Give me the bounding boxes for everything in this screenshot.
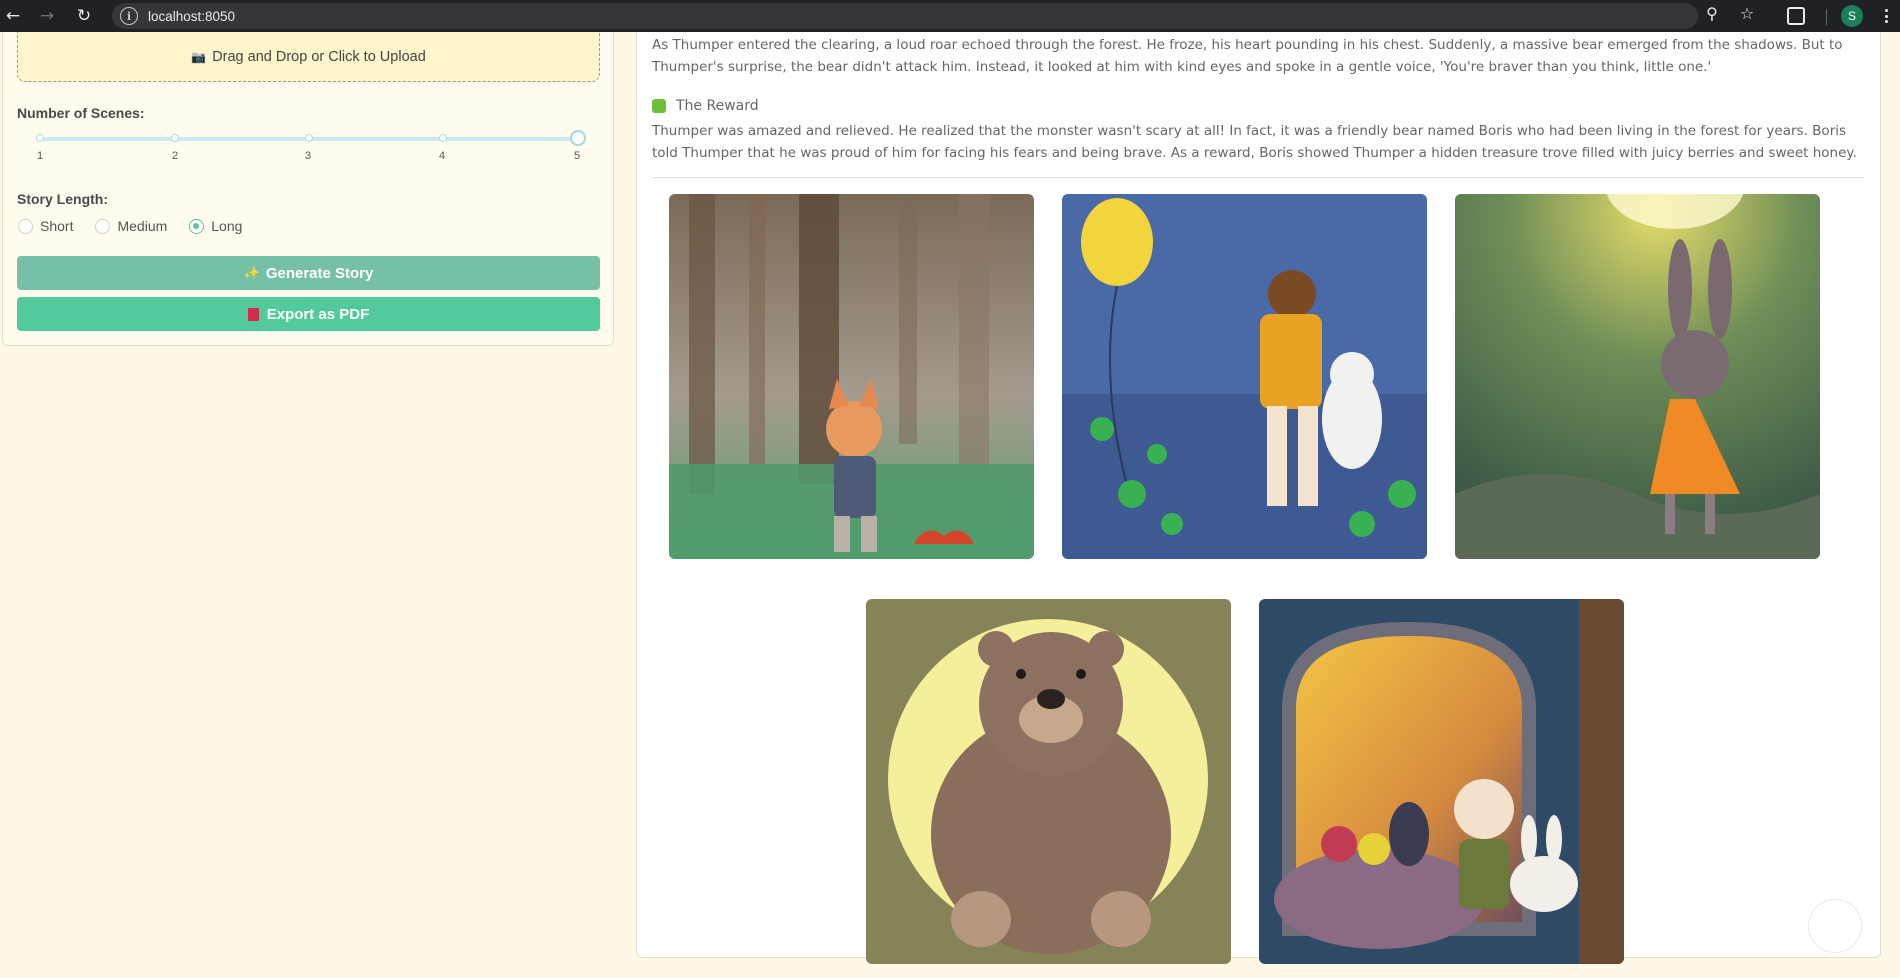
slider-mark: 1 bbox=[37, 150, 44, 162]
story-line: Thumper's surprise, the bear didn't atta… bbox=[652, 59, 1712, 75]
slider-mark: 2 bbox=[172, 150, 179, 162]
story-line: As Thumper entered the clearing, a loud … bbox=[652, 37, 1843, 53]
radio-button-selected[interactable] bbox=[189, 218, 205, 234]
story-paragraph: As Thumper entered the clearing, a loud … bbox=[652, 34, 1867, 78]
puzzle-piece-icon bbox=[652, 99, 666, 113]
address-bar[interactable]: i localhost:8050 bbox=[112, 3, 1698, 29]
forward-icon[interactable]: → bbox=[34, 3, 60, 29]
radio-label: Long bbox=[211, 218, 243, 234]
slider-mark: 3 bbox=[305, 150, 312, 162]
site-info-icon[interactable]: i bbox=[120, 7, 138, 25]
zoom-icon[interactable]: ⚲ bbox=[1703, 4, 1721, 23]
scene-image-bear bbox=[866, 599, 1231, 964]
scenes-label: Number of Scenes: bbox=[17, 105, 145, 121]
browser-menu-icon[interactable] bbox=[1880, 6, 1892, 26]
scene-image-bunny bbox=[1455, 194, 1820, 559]
back-icon[interactable]: ← bbox=[0, 3, 26, 29]
story-line: Thumper was amazed and relieved. He real… bbox=[652, 123, 1847, 139]
sparkles-icon: ✨ bbox=[243, 265, 260, 280]
radio-label: Medium bbox=[117, 218, 168, 234]
generate-button-label: Generate Story bbox=[265, 264, 374, 282]
extensions-icon[interactable] bbox=[1787, 7, 1805, 25]
slider-step-dot[interactable] bbox=[439, 134, 447, 142]
url-text[interactable]: localhost:8050 bbox=[148, 9, 235, 24]
controls-panel: 📷 Drag and Drop or Click to Upload Numbe… bbox=[2, 32, 614, 346]
slider-mark: 5 bbox=[574, 150, 581, 162]
divider bbox=[652, 177, 1865, 178]
story-length-radio-group: Short Medium Long bbox=[18, 218, 264, 234]
upload-dropzone[interactable]: 📷 Drag and Drop or Click to Upload bbox=[17, 32, 600, 82]
radio-button[interactable] bbox=[95, 218, 111, 234]
scene-image-child-cat bbox=[1062, 194, 1427, 559]
radio-option-short[interactable]: Short bbox=[18, 218, 73, 234]
section-title-text: The Reward bbox=[676, 98, 759, 114]
story-line: told Thumper that he was proud of him fo… bbox=[652, 145, 1857, 161]
scroll-to-top-button[interactable] bbox=[1808, 899, 1862, 953]
scene-image-fox-forest bbox=[669, 194, 1034, 559]
radio-option-medium[interactable]: Medium bbox=[95, 218, 167, 234]
profile-avatar[interactable]: S bbox=[1841, 5, 1863, 27]
radio-option-long[interactable]: Long bbox=[189, 218, 242, 234]
radio-button[interactable] bbox=[18, 218, 33, 234]
export-pdf-button[interactable]: Export as PDF bbox=[17, 297, 600, 331]
bookmark-star-icon[interactable]: ☆ bbox=[1738, 4, 1756, 23]
scenes-slider-handle[interactable] bbox=[570, 130, 586, 146]
book-icon bbox=[247, 307, 259, 321]
slider-step-dot[interactable] bbox=[171, 134, 179, 142]
story-paragraph: Thumper was amazed and relieved. He real… bbox=[652, 120, 1867, 164]
story-panel: As Thumper entered the clearing, a loud … bbox=[636, 32, 1881, 964]
radio-label: Short bbox=[40, 218, 74, 234]
scene-image-treasure-basket bbox=[1259, 599, 1624, 964]
export-button-label: Export as PDF bbox=[266, 305, 370, 323]
slider-mark: 4 bbox=[439, 150, 446, 162]
toolbar-divider bbox=[1826, 9, 1827, 25]
camera-icon: 📷 bbox=[191, 49, 207, 64]
browser-toolbar: ← → ↻ i localhost:8050 ⚲ ☆ S bbox=[0, 0, 1900, 32]
generate-story-button[interactable]: ✨ Generate Story bbox=[17, 256, 600, 290]
reload-icon[interactable]: ↻ bbox=[71, 3, 97, 29]
slider-step-dot[interactable] bbox=[36, 134, 44, 142]
slider-step-dot[interactable] bbox=[305, 134, 313, 142]
story-length-label: Story Length: bbox=[17, 191, 108, 207]
section-heading: The Reward bbox=[652, 98, 759, 114]
upload-label: Drag and Drop or Click to Upload bbox=[212, 48, 426, 65]
